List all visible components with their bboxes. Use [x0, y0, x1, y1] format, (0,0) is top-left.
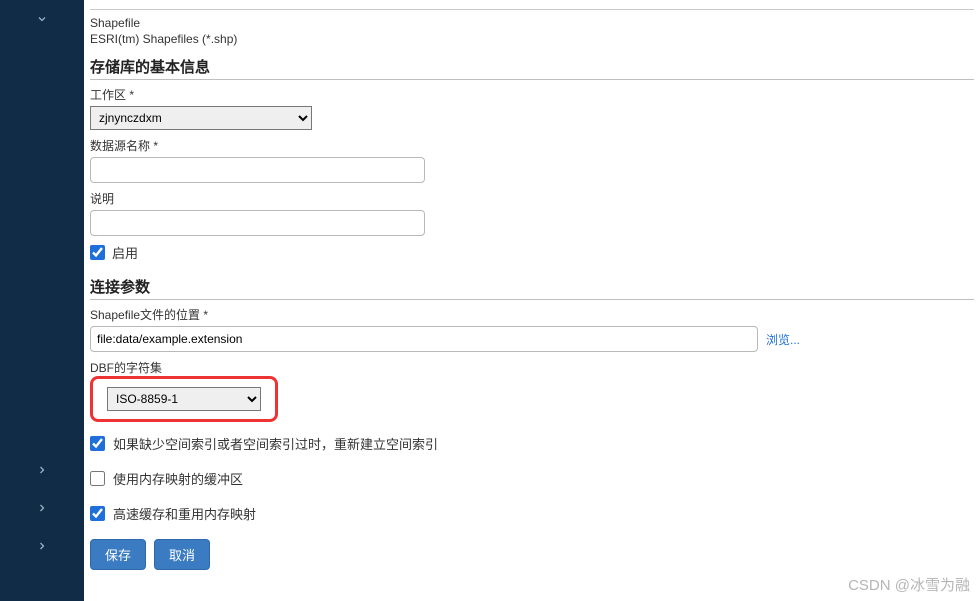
button-row: 保存 取消	[90, 539, 974, 570]
chevron-down-icon	[36, 13, 48, 25]
chevron-right-icon	[36, 502, 48, 514]
charset-label: DBF的字符集	[90, 359, 974, 376]
workspace-label: 工作区 *	[90, 86, 974, 103]
opt1-checkbox[interactable]	[90, 436, 105, 451]
chevron-right-icon	[36, 540, 48, 552]
opt3-row: 高速缓存和重用内存映射	[90, 504, 974, 523]
enable-checkbox[interactable]	[90, 245, 105, 260]
cancel-button[interactable]: 取消	[154, 539, 210, 570]
desc-field: 说明	[90, 190, 974, 236]
enable-label: 启用	[112, 243, 138, 262]
loc-field: Shapefile文件的位置 * 浏览...	[90, 306, 974, 352]
opt2-row: 使用内存映射的缓冲区	[90, 469, 974, 488]
opt1-label: 如果缺少空间索引或者空间索引过时，重新建立空间索引	[113, 434, 438, 453]
dsname-field: 数据源名称 *	[90, 137, 974, 183]
dsname-label: 数据源名称 *	[90, 137, 974, 154]
chevron-right-icon	[36, 464, 48, 476]
sidebar-item-collapse[interactable]	[0, 0, 84, 38]
opt3-checkbox[interactable]	[90, 506, 105, 521]
section-divider	[90, 79, 974, 80]
sidebar	[0, 0, 84, 601]
opt3-label: 高速缓存和重用内存映射	[113, 504, 256, 523]
enable-row: 启用	[90, 243, 974, 262]
opt1-row: 如果缺少空间索引或者空间索引过时，重新建立空间索引	[90, 434, 974, 453]
page-subtitle: ESRI(tm) Shapefiles (*.shp)	[90, 32, 974, 46]
desc-label: 说明	[90, 190, 974, 207]
dsname-input[interactable]	[90, 157, 425, 183]
desc-input[interactable]	[90, 210, 425, 236]
section-basic-title: 存储库的基本信息	[90, 56, 974, 77]
charset-select[interactable]: ISO-8859-1	[107, 387, 261, 411]
loc-input[interactable]	[90, 326, 758, 352]
workspace-select[interactable]: zjnynczdxm	[90, 106, 312, 130]
opt2-label: 使用内存映射的缓冲区	[113, 469, 243, 488]
section-divider	[90, 299, 974, 300]
sidebar-item-nav-2[interactable]	[0, 489, 84, 527]
browse-link[interactable]: 浏览...	[766, 331, 800, 348]
section-conn-title: 连接参数	[90, 276, 974, 297]
workspace-field: 工作区 * zjnynczdxm	[90, 86, 974, 130]
charset-highlight: ISO-8859-1	[90, 376, 278, 422]
content-panel: Shapefile ESRI(tm) Shapefiles (*.shp) 存储…	[84, 0, 980, 601]
sidebar-item-nav-3[interactable]	[0, 527, 84, 565]
page-title: Shapefile	[90, 16, 974, 30]
top-divider	[90, 4, 974, 10]
opt2-checkbox[interactable]	[90, 471, 105, 486]
save-button[interactable]: 保存	[90, 539, 146, 570]
loc-label: Shapefile文件的位置 *	[90, 306, 974, 323]
sidebar-item-nav-1[interactable]	[0, 451, 84, 489]
